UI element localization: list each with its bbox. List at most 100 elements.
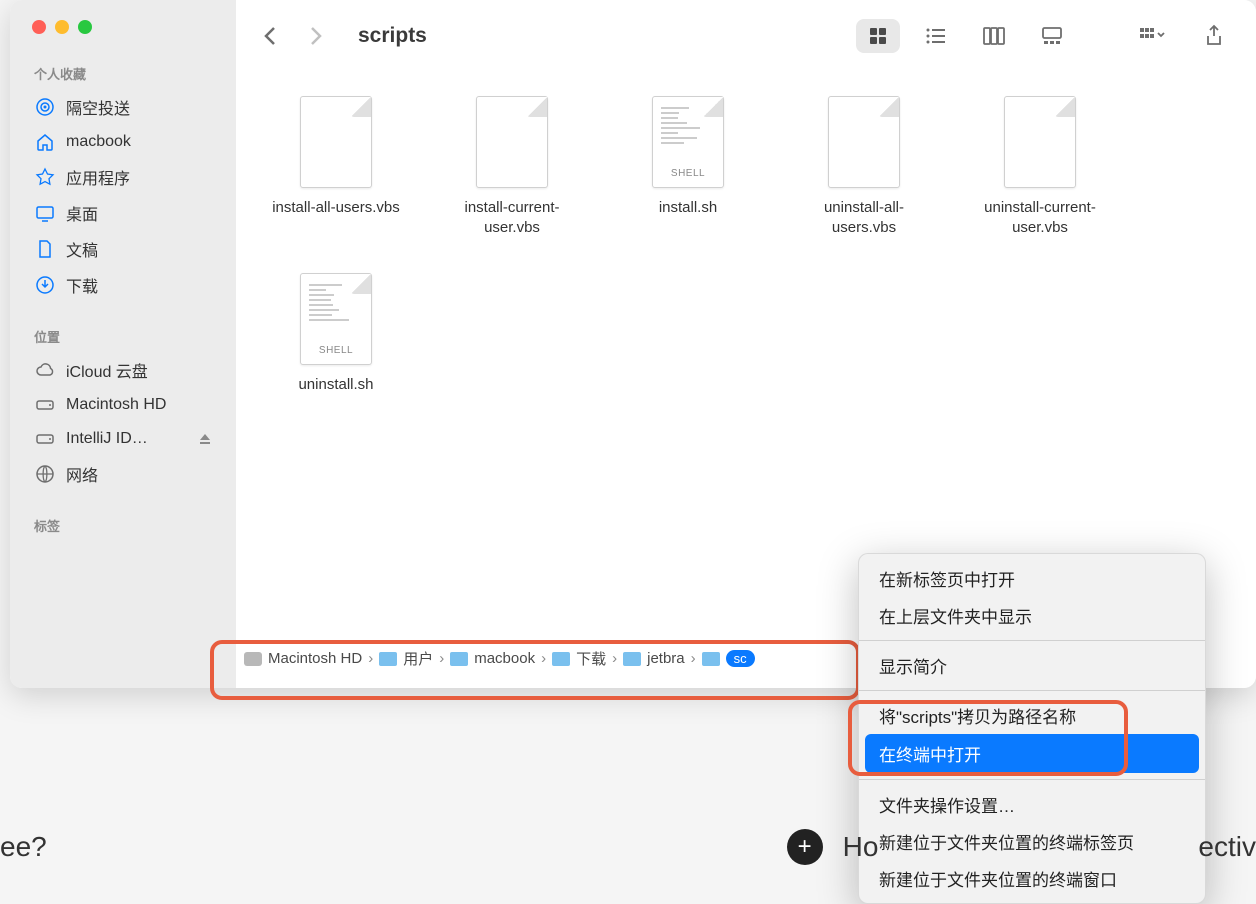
gallery-view-button[interactable] xyxy=(1030,19,1074,53)
path-segment[interactable]: 用户 xyxy=(379,648,433,669)
sidebar-section-favorites: 个人收藏 xyxy=(10,64,236,89)
column-view-button[interactable] xyxy=(972,19,1016,53)
sidebar-item-desktop[interactable]: 桌面 xyxy=(10,195,236,231)
hd-icon xyxy=(34,394,56,416)
menu-item[interactable]: 显示简介 xyxy=(859,647,1205,684)
menu-item[interactable]: 在终端中打开 xyxy=(865,734,1199,773)
bg-text-mid: Ho xyxy=(843,831,879,863)
hd-icon xyxy=(244,652,262,666)
menu-item[interactable]: 新建位于文件夹位置的终端窗口 xyxy=(859,860,1205,897)
sidebar-item-label: Macintosh HD xyxy=(66,396,166,414)
menu-separator xyxy=(859,640,1205,641)
window-controls xyxy=(10,20,236,34)
back-button[interactable] xyxy=(256,22,284,50)
share-button[interactable] xyxy=(1192,19,1236,53)
eject-icon[interactable] xyxy=(198,432,212,446)
sidebar-item-label: 文稿 xyxy=(66,237,98,261)
folder-icon xyxy=(450,652,468,666)
window-title: scripts xyxy=(358,24,427,48)
chevron-right-icon: › xyxy=(439,650,444,667)
file-label: uninstall-current-user.vbs xyxy=(970,198,1110,237)
menu-separator xyxy=(859,779,1205,780)
sidebar-item-macintosh-hd[interactable]: Macintosh HD xyxy=(10,388,236,422)
file-label: install.sh xyxy=(659,198,717,218)
file-item[interactable]: install-current-user.vbs xyxy=(442,96,582,237)
menu-item[interactable]: 在上层文件夹中显示 xyxy=(859,597,1205,634)
airdrop-icon xyxy=(34,96,56,118)
sidebar-item-airdrop[interactable]: 隔空投送 xyxy=(10,89,236,125)
file-icon xyxy=(300,96,372,188)
background-text: ee? + Ho ectiv xyxy=(0,829,1256,865)
sidebar-item-label: 桌面 xyxy=(66,201,98,225)
shell-file-icon xyxy=(300,273,372,365)
close-window-button[interactable] xyxy=(32,20,46,34)
sidebar-item-intellij[interactable]: IntelliJ ID… xyxy=(10,422,236,456)
path-segment[interactable]: jetbra xyxy=(623,650,685,667)
menu-item[interactable]: 在新标签页中打开 xyxy=(859,560,1205,597)
menu-item[interactable]: 文件夹操作设置… xyxy=(859,786,1205,823)
chevron-right-icon: › xyxy=(368,650,373,667)
path-label: 下载 xyxy=(576,648,606,669)
sidebar-item-label: IntelliJ ID… xyxy=(66,430,148,448)
minimize-window-button[interactable] xyxy=(55,20,69,34)
path-label: Macintosh HD xyxy=(268,650,362,667)
doc-icon xyxy=(34,238,56,260)
sidebar-item-documents[interactable]: 文稿 xyxy=(10,231,236,267)
maximize-window-button[interactable] xyxy=(78,20,92,34)
forward-button[interactable] xyxy=(302,22,330,50)
chevron-right-icon: › xyxy=(612,650,617,667)
sidebar-item-label: 网络 xyxy=(66,462,98,486)
menu-item[interactable]: 将"scripts"拷贝为路径名称 xyxy=(859,697,1205,734)
bg-text-left: ee? xyxy=(0,831,47,863)
hd-icon xyxy=(34,428,56,450)
path-label-selected: sc xyxy=(726,650,755,667)
sidebar-item-label: 应用程序 xyxy=(66,165,130,189)
cloud-icon xyxy=(34,359,56,381)
toolbar: scripts xyxy=(236,0,1256,72)
download-icon xyxy=(34,274,56,296)
plus-icon: + xyxy=(787,829,823,865)
path-segment[interactable]: sc xyxy=(702,650,755,667)
file-item[interactable]: uninstall-all-users.vbs xyxy=(794,96,934,237)
chevron-right-icon: › xyxy=(541,650,546,667)
bg-text-right: ectiv xyxy=(1198,831,1256,863)
folder-icon xyxy=(702,652,720,666)
sidebar-item-label: 下载 xyxy=(66,273,98,297)
file-icon xyxy=(476,96,548,188)
folder-icon xyxy=(379,652,397,666)
path-label: 用户 xyxy=(403,648,433,669)
file-label: uninstall.sh xyxy=(298,375,373,395)
path-segment[interactable]: Macintosh HD xyxy=(244,650,362,667)
file-label: install-current-user.vbs xyxy=(442,198,582,237)
path-segment[interactable]: 下载 xyxy=(552,648,606,669)
menu-separator xyxy=(859,690,1205,691)
file-label: uninstall-all-users.vbs xyxy=(794,198,934,237)
sidebar-item-icloud[interactable]: iCloud 云盘 xyxy=(10,352,236,388)
apps-icon xyxy=(34,166,56,188)
sidebar-item-downloads[interactable]: 下载 xyxy=(10,267,236,303)
sidebar-item-label: iCloud 云盘 xyxy=(66,358,148,382)
network-icon xyxy=(34,463,56,485)
sidebar-item-home[interactable]: macbook xyxy=(10,125,236,159)
shell-file-icon xyxy=(652,96,724,188)
group-by-button[interactable] xyxy=(1130,19,1174,53)
file-item[interactable]: install-all-users.vbs xyxy=(266,96,406,237)
sidebar-section-tags: 标签 xyxy=(10,516,236,541)
chevron-right-icon: › xyxy=(691,650,696,667)
sidebar-item-label: 隔空投送 xyxy=(66,95,130,119)
file-item[interactable]: uninstall.sh xyxy=(266,273,406,395)
icon-view-button[interactable] xyxy=(856,19,900,53)
sidebar-item-network[interactable]: 网络 xyxy=(10,456,236,492)
file-label: install-all-users.vbs xyxy=(272,198,400,218)
sidebar-item-applications[interactable]: 应用程序 xyxy=(10,159,236,195)
home-icon xyxy=(34,131,56,153)
path-bar: Macintosh HD › 用户 › macbook › 下载 › jetbra › sc xyxy=(244,648,755,669)
path-segment[interactable]: macbook xyxy=(450,650,535,667)
file-item[interactable]: install.sh xyxy=(618,96,758,237)
file-icon xyxy=(828,96,900,188)
folder-icon xyxy=(552,652,570,666)
list-view-button[interactable] xyxy=(914,19,958,53)
file-item[interactable]: uninstall-current-user.vbs xyxy=(970,96,1110,237)
sidebar: 个人收藏 隔空投送 macbook 应用程序 桌面 xyxy=(10,0,236,688)
path-label: jetbra xyxy=(647,650,685,667)
